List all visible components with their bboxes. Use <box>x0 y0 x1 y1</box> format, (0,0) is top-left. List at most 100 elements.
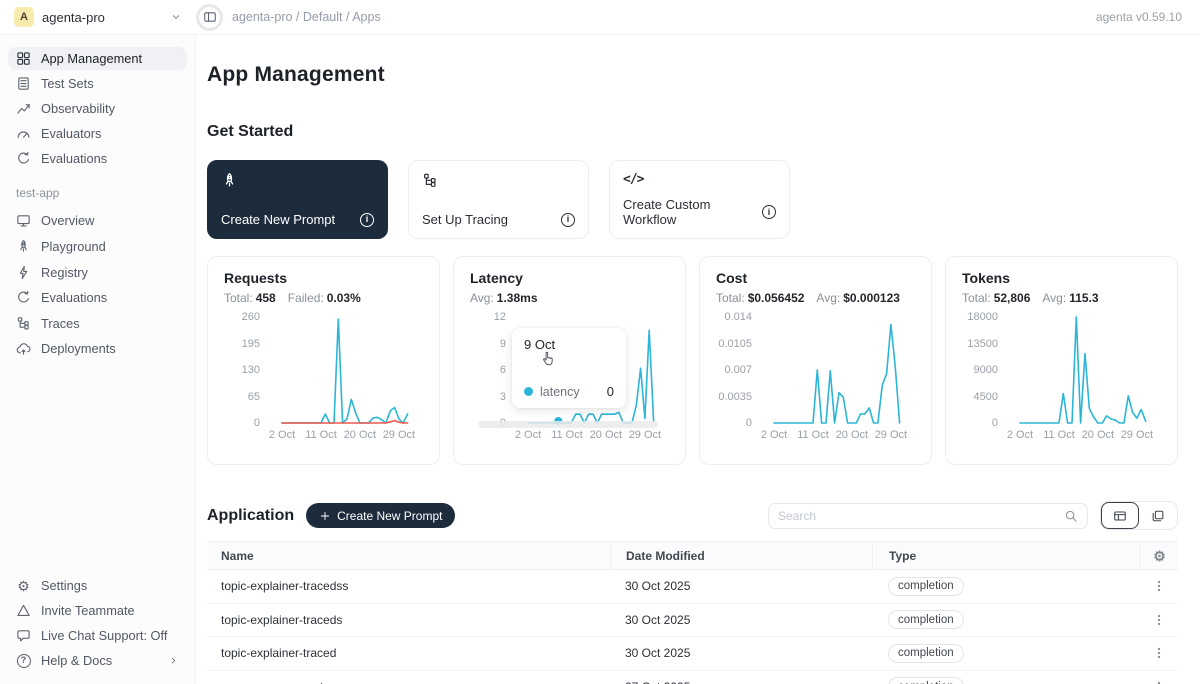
x-axis-tick: 29 Oct <box>622 429 668 441</box>
y-axis-tick: 3 <box>470 391 506 403</box>
chart-plot-area[interactable]: 18000135009000450002 Oct11 Oct20 Oct29 O… <box>962 313 1161 446</box>
top-header: A agenta-pro agenta-pro / Default / Apps… <box>0 0 1200 35</box>
panel-toggle-icon <box>203 10 217 24</box>
sidebar-item-help-docs[interactable]: ?Help & Docs <box>8 649 187 672</box>
table-row[interactable]: topic-explainer-traced30 Oct 2025complet… <box>207 637 1178 671</box>
chart-stat: Total:$0.056452 <box>716 291 804 305</box>
application-heading: Application <box>207 507 294 525</box>
chart-title: Requests <box>224 270 423 286</box>
chart-title: Latency <box>470 270 669 286</box>
chart-tooltip: 9 Octlatency0 <box>512 328 626 408</box>
series-dot <box>524 387 533 396</box>
sidebar-item-registry[interactable]: Registry <box>8 261 187 284</box>
chevron-right-icon <box>168 655 179 666</box>
view-toggle <box>1100 501 1178 530</box>
cloud-icon <box>16 341 31 356</box>
row-actions-menu-icon[interactable] <box>1152 680 1166 684</box>
rocket-icon <box>16 238 31 255</box>
row-actions-menu-icon[interactable] <box>1152 613 1166 627</box>
tooltip-series-name: latency <box>540 385 580 399</box>
app-date-modified: 30 Oct 2025 <box>610 613 872 627</box>
chart-stat: Total:52,806 <box>962 291 1030 305</box>
y-axis-tick: 0.007 <box>716 364 752 376</box>
sidebar-item-app-management[interactable]: App Management <box>8 47 187 70</box>
sidebar-item-label: Overview <box>41 213 94 228</box>
sidebar-item-label: Evaluations <box>41 151 107 166</box>
table-row[interactable]: career-assessment27 Oct 2025completion <box>207 671 1178 684</box>
chart-stat: Avg:$0.000123 <box>816 291 900 305</box>
y-axis-tick: 9000 <box>962 364 998 376</box>
get-started-heading: Get Started <box>207 123 1178 141</box>
cards-view-button[interactable] <box>1139 502 1177 529</box>
code-icon: </> <box>623 172 776 187</box>
table-row[interactable]: topic-explainer-traceds30 Oct 2025comple… <box>207 604 1178 638</box>
rocket-icon <box>221 172 374 189</box>
get-started-card-create-new-prompt[interactable]: Create New Prompti <box>207 160 388 239</box>
type-badge: completion <box>888 677 964 684</box>
y-axis-tick: 0 <box>716 417 752 429</box>
app-name: topic-explainer-traced <box>207 646 610 660</box>
table-view-button[interactable] <box>1101 502 1139 529</box>
monitor-icon <box>16 213 31 228</box>
sidebar-item-evaluations[interactable]: Evaluations <box>8 286 187 309</box>
get-started-card-create-custom-workflow[interactable]: </>Create Custom Workflowi <box>609 160 790 239</box>
get-started-card-set-up-tracing[interactable]: Set Up Tracing i <box>408 160 589 239</box>
create-new-prompt-button[interactable]: Create New Prompt <box>306 503 455 528</box>
y-axis-tick: 9 <box>470 338 506 350</box>
column-header-date-modified[interactable]: Date Modified <box>610 542 872 569</box>
chevron-down-icon <box>170 11 182 23</box>
sidebar-item-live-chat-support-off[interactable]: Live Chat Support: Off <box>8 624 187 647</box>
sidebar-item-overview[interactable]: Overview <box>8 209 187 232</box>
applications-table: Name Date Modified Type ⚙ topic-explaine… <box>207 541 1178 684</box>
workspace-selector[interactable]: A agenta-pro <box>0 7 196 27</box>
cards-view-icon <box>1151 509 1165 523</box>
sidebar-item-label: Registry <box>41 265 88 280</box>
sidebar-item-invite-teammate[interactable]: Invite Teammate <box>8 599 187 622</box>
tooltip-series-value: 0 <box>607 384 614 399</box>
table-row[interactable]: topic-explainer-tracedss30 Oct 2025 compl… <box>207 570 1178 604</box>
workspace-name: agenta-pro <box>42 10 105 25</box>
sidebar-item-traces[interactable]: Traces <box>8 311 187 335</box>
type-badge: completion <box>888 577 964 596</box>
y-axis-tick: 195 <box>224 338 260 350</box>
sidebar-item-deployments[interactable]: Deployments <box>8 337 187 360</box>
sidebar-toggle-button[interactable] <box>196 4 223 31</box>
app-name: topic-explainer-tracedss <box>207 579 610 593</box>
chart-stat: Failed:0.03% <box>288 291 361 305</box>
search-input[interactable] <box>778 509 1064 523</box>
chart-plot-area[interactable]: 0.0140.01050.0070.003502 Oct11 Oct20 Oct… <box>716 313 915 446</box>
y-axis-tick: 4500 <box>962 391 998 403</box>
info-icon[interactable]: i <box>360 213 374 227</box>
x-axis-tick: 29 Oct <box>1114 429 1160 441</box>
sidebar-item-evaluators[interactable]: Evaluators <box>8 122 187 145</box>
table-settings-gear-icon[interactable]: ⚙ <box>1153 549 1166 563</box>
plus-icon <box>319 510 331 522</box>
row-actions-menu-icon[interactable] <box>1152 579 1166 593</box>
chat-icon <box>16 628 31 643</box>
y-axis-tick: 13500 <box>962 338 998 350</box>
sidebar-item-observability[interactable]: Observability <box>8 97 187 120</box>
main-content: App Management Get Started Create New Pr… <box>197 35 1200 684</box>
refresh-icon <box>16 290 31 305</box>
chart-card-cost: CostTotal:$0.056452Avg:$0.0001230.0140.0… <box>699 256 932 465</box>
column-header-name[interactable]: Name <box>207 542 610 569</box>
sidebar-item-label: App Management <box>41 51 142 66</box>
sidebar-item-settings[interactable]: ⚙Settings <box>8 574 187 597</box>
card-label: Set Up Tracing <box>422 212 508 227</box>
sidebar-item-evaluations[interactable]: Evaluations <box>8 147 187 170</box>
chart-plot-area[interactable]: 2601951306502 Oct11 Oct20 Oct29 Oct <box>224 313 423 446</box>
info-icon[interactable]: i <box>561 213 575 227</box>
triangle-icon <box>16 603 31 618</box>
type-badge: completion <box>888 644 964 663</box>
sidebar-item-test-sets[interactable]: Test Sets <box>8 72 187 95</box>
mouse-cursor <box>538 350 557 374</box>
column-header-type[interactable]: Type <box>872 542 1140 569</box>
search-box <box>768 503 1088 529</box>
sidebar-item-playground[interactable]: Playground <box>8 234 187 259</box>
app-name: topic-explainer-traceds <box>207 613 610 627</box>
app-date-modified: 30 Oct 2025 <box>610 579 872 593</box>
table-header-row: Name Date Modified Type ⚙ <box>207 541 1178 570</box>
info-icon[interactable]: i <box>762 205 776 219</box>
row-actions-menu-icon[interactable] <box>1152 646 1166 660</box>
sidebar-item-label: Playground <box>41 239 106 254</box>
